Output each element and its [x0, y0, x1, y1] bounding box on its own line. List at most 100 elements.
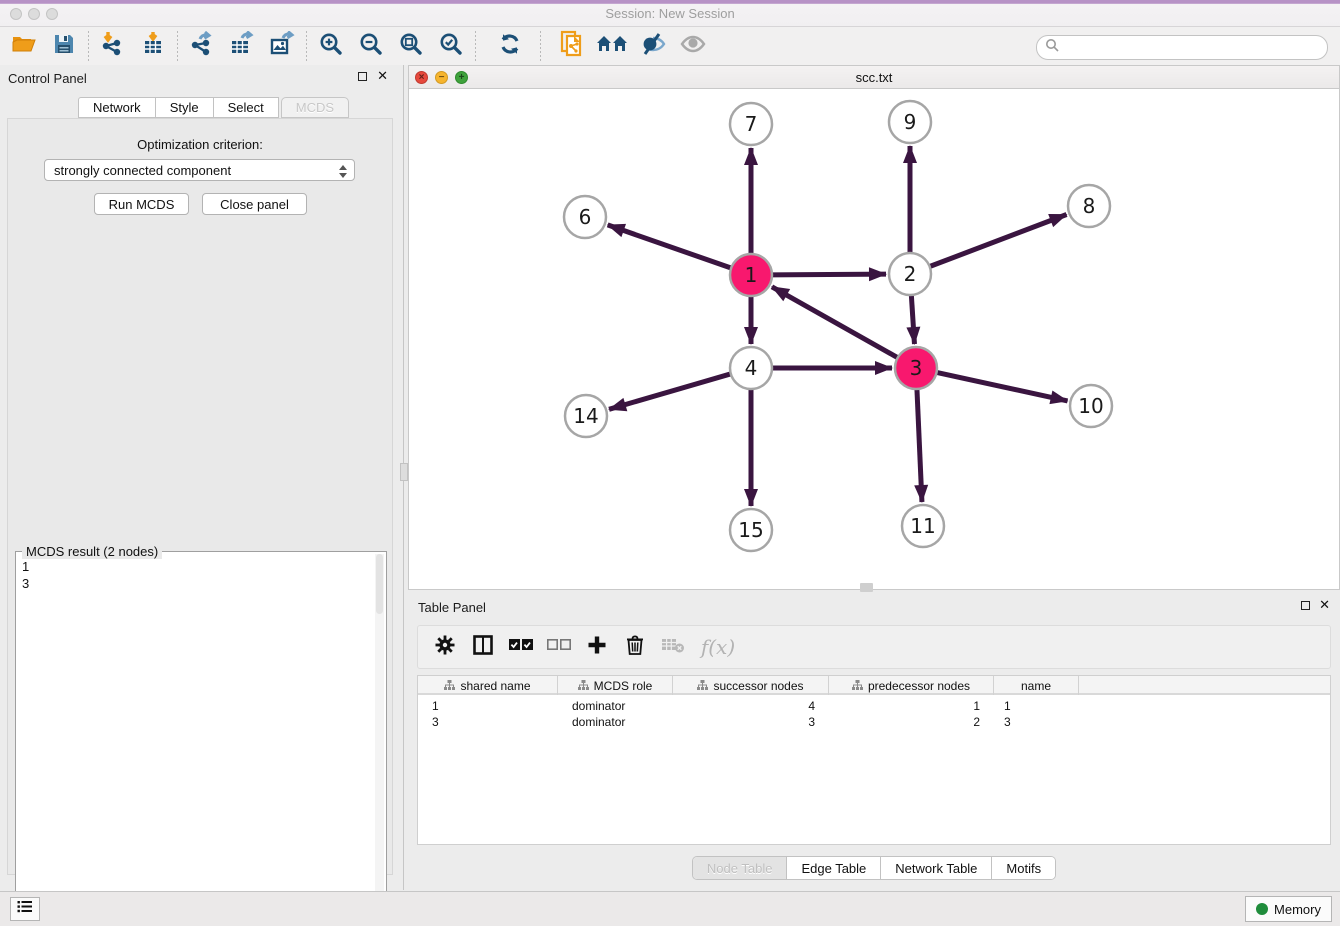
column-header-shared-name[interactable]: shared name	[418, 676, 558, 695]
toolbar-separator	[540, 31, 541, 61]
tab-network-table[interactable]: Network Table	[881, 857, 992, 879]
show-columns-button[interactable]	[464, 629, 502, 665]
edge-1-6[interactable]	[608, 225, 732, 268]
tab-network[interactable]: Network	[78, 97, 155, 118]
apply-layout-button[interactable]	[490, 30, 530, 62]
tab-select[interactable]: Select	[213, 97, 279, 118]
graph-node-1[interactable]: 1	[730, 254, 772, 296]
float-panel-icon[interactable]	[358, 72, 367, 81]
column-header-successor-nodes[interactable]: successor nodes	[673, 676, 829, 695]
svg-text:10: 10	[1078, 394, 1103, 418]
import-network-button[interactable]	[93, 30, 133, 62]
column-header-predecessor-nodes[interactable]: predecessor nodes	[829, 676, 994, 695]
graph-node-11[interactable]: 11	[902, 505, 944, 547]
graph-node-9[interactable]: 9	[889, 101, 931, 143]
export-table-button[interactable]	[222, 30, 262, 62]
add-column-button[interactable]	[578, 629, 616, 665]
edge-3-1[interactable]	[772, 287, 899, 358]
eye-slash-icon	[639, 32, 667, 61]
graph-node-2[interactable]: 2	[889, 253, 931, 295]
control-panel-title: Control Panel	[8, 71, 87, 86]
tab-mcds[interactable]: MCDS	[281, 97, 349, 118]
hide-selected-button[interactable]	[633, 30, 673, 62]
edge-3-10[interactable]	[936, 372, 1068, 401]
horizontal-splitter-handle[interactable]	[860, 583, 873, 592]
zoom-out-icon	[359, 32, 383, 61]
delete-table-button[interactable]	[654, 629, 692, 665]
select-all-button[interactable]	[502, 629, 540, 665]
mcds-result-text[interactable]: 1 3	[22, 558, 29, 592]
column-header-name[interactable]: name	[994, 676, 1079, 695]
network-canvas[interactable]: 7 9 6 8 1 2 4 3 14 10 15 11	[409, 89, 1339, 589]
graph-node-15[interactable]: 15	[730, 509, 772, 551]
svg-text:8: 8	[1083, 194, 1096, 218]
eye-icon	[679, 33, 707, 60]
edge-1-2[interactable]	[771, 274, 886, 275]
cell-shared-name: 1	[418, 698, 558, 714]
select-stepper-icon	[339, 165, 347, 178]
edge-3-11[interactable]	[917, 388, 922, 502]
close-table-panel-icon[interactable]: ✕	[1319, 598, 1330, 612]
tab-style[interactable]: Style	[155, 97, 213, 118]
tab-edge-table[interactable]: Edge Table	[787, 857, 881, 879]
search-box[interactable]	[1036, 35, 1328, 60]
export-image-button[interactable]	[262, 30, 302, 62]
tab-node-table[interactable]: Node Table	[693, 857, 788, 879]
run-mcds-button[interactable]: Run MCDS	[94, 193, 189, 215]
open-session-button[interactable]	[4, 30, 44, 62]
graph-node-6[interactable]: 6	[564, 196, 606, 238]
zoom-in-button[interactable]	[311, 30, 351, 62]
vertical-splitter[interactable]	[400, 65, 408, 890]
save-session-button[interactable]	[44, 30, 84, 62]
function-builder-button[interactable]: f(x)	[692, 629, 744, 665]
clone-network-icon	[560, 30, 586, 63]
table-header-row: shared name MCDS role successor nodes pr…	[418, 676, 1330, 695]
graph-node-8[interactable]: 8	[1068, 185, 1110, 227]
optimization-criterion-label: Optimization criterion:	[8, 137, 392, 152]
houses-icon	[596, 33, 630, 60]
unchecked-boxes-icon	[546, 638, 572, 657]
graph-node-3[interactable]: 3	[895, 347, 937, 389]
control-panel-tabs: Network Style Select MCDS	[78, 97, 349, 118]
table-panel: Table Panel ✕	[408, 595, 1340, 890]
search-input[interactable]	[1063, 38, 1327, 58]
first-neighbors-button[interactable]	[593, 30, 633, 62]
zoom-selected-button[interactable]	[431, 30, 471, 62]
show-all-button[interactable]	[673, 30, 713, 62]
clone-network-button[interactable]	[553, 30, 593, 62]
export-network-icon	[188, 31, 216, 62]
result-scrollbar[interactable]	[375, 554, 384, 918]
memory-button[interactable]: Memory	[1245, 896, 1332, 922]
table-row[interactable]: 1 dominator 4 1 1	[418, 698, 1330, 714]
zoom-fit-button[interactable]	[391, 30, 431, 62]
edge-2-8[interactable]	[929, 215, 1067, 267]
edge-4-14[interactable]	[609, 374, 732, 410]
application-window: Session: New Session	[0, 0, 1340, 926]
graph-node-4[interactable]: 4	[730, 347, 772, 389]
zoom-out-button[interactable]	[351, 30, 391, 62]
result-line: 3	[22, 575, 29, 592]
control-panel: Control Panel ✕ Network Style Select MCD…	[0, 65, 400, 880]
optimization-criterion-select[interactable]: strongly connected component	[44, 159, 355, 181]
node-table: shared name MCDS role successor nodes pr…	[417, 675, 1331, 845]
export-network-button[interactable]	[182, 30, 222, 62]
deselect-all-button[interactable]	[540, 629, 578, 665]
close-panel-icon[interactable]: ✕	[377, 69, 388, 83]
splitter-handle[interactable]	[400, 463, 408, 481]
import-table-button[interactable]	[133, 30, 173, 62]
column-header-mcds-role[interactable]: MCDS role	[558, 676, 673, 695]
plus-icon	[587, 635, 607, 660]
show-panels-button[interactable]	[10, 897, 40, 921]
delete-column-button[interactable]	[616, 629, 654, 665]
edge-2-3[interactable]	[911, 294, 914, 344]
cell-name: 1	[994, 698, 1079, 714]
table-settings-button[interactable]	[426, 629, 464, 665]
graph-node-14[interactable]: 14	[565, 395, 607, 437]
close-panel-button[interactable]: Close panel	[202, 193, 307, 215]
graph-node-7[interactable]: 7	[730, 103, 772, 145]
float-table-panel-icon[interactable]	[1301, 601, 1310, 610]
table-row[interactable]: 3 dominator 3 2 3	[418, 714, 1330, 730]
graph-node-10[interactable]: 10	[1070, 385, 1112, 427]
tab-motifs[interactable]: Motifs	[992, 857, 1055, 879]
memory-label: Memory	[1274, 902, 1321, 917]
